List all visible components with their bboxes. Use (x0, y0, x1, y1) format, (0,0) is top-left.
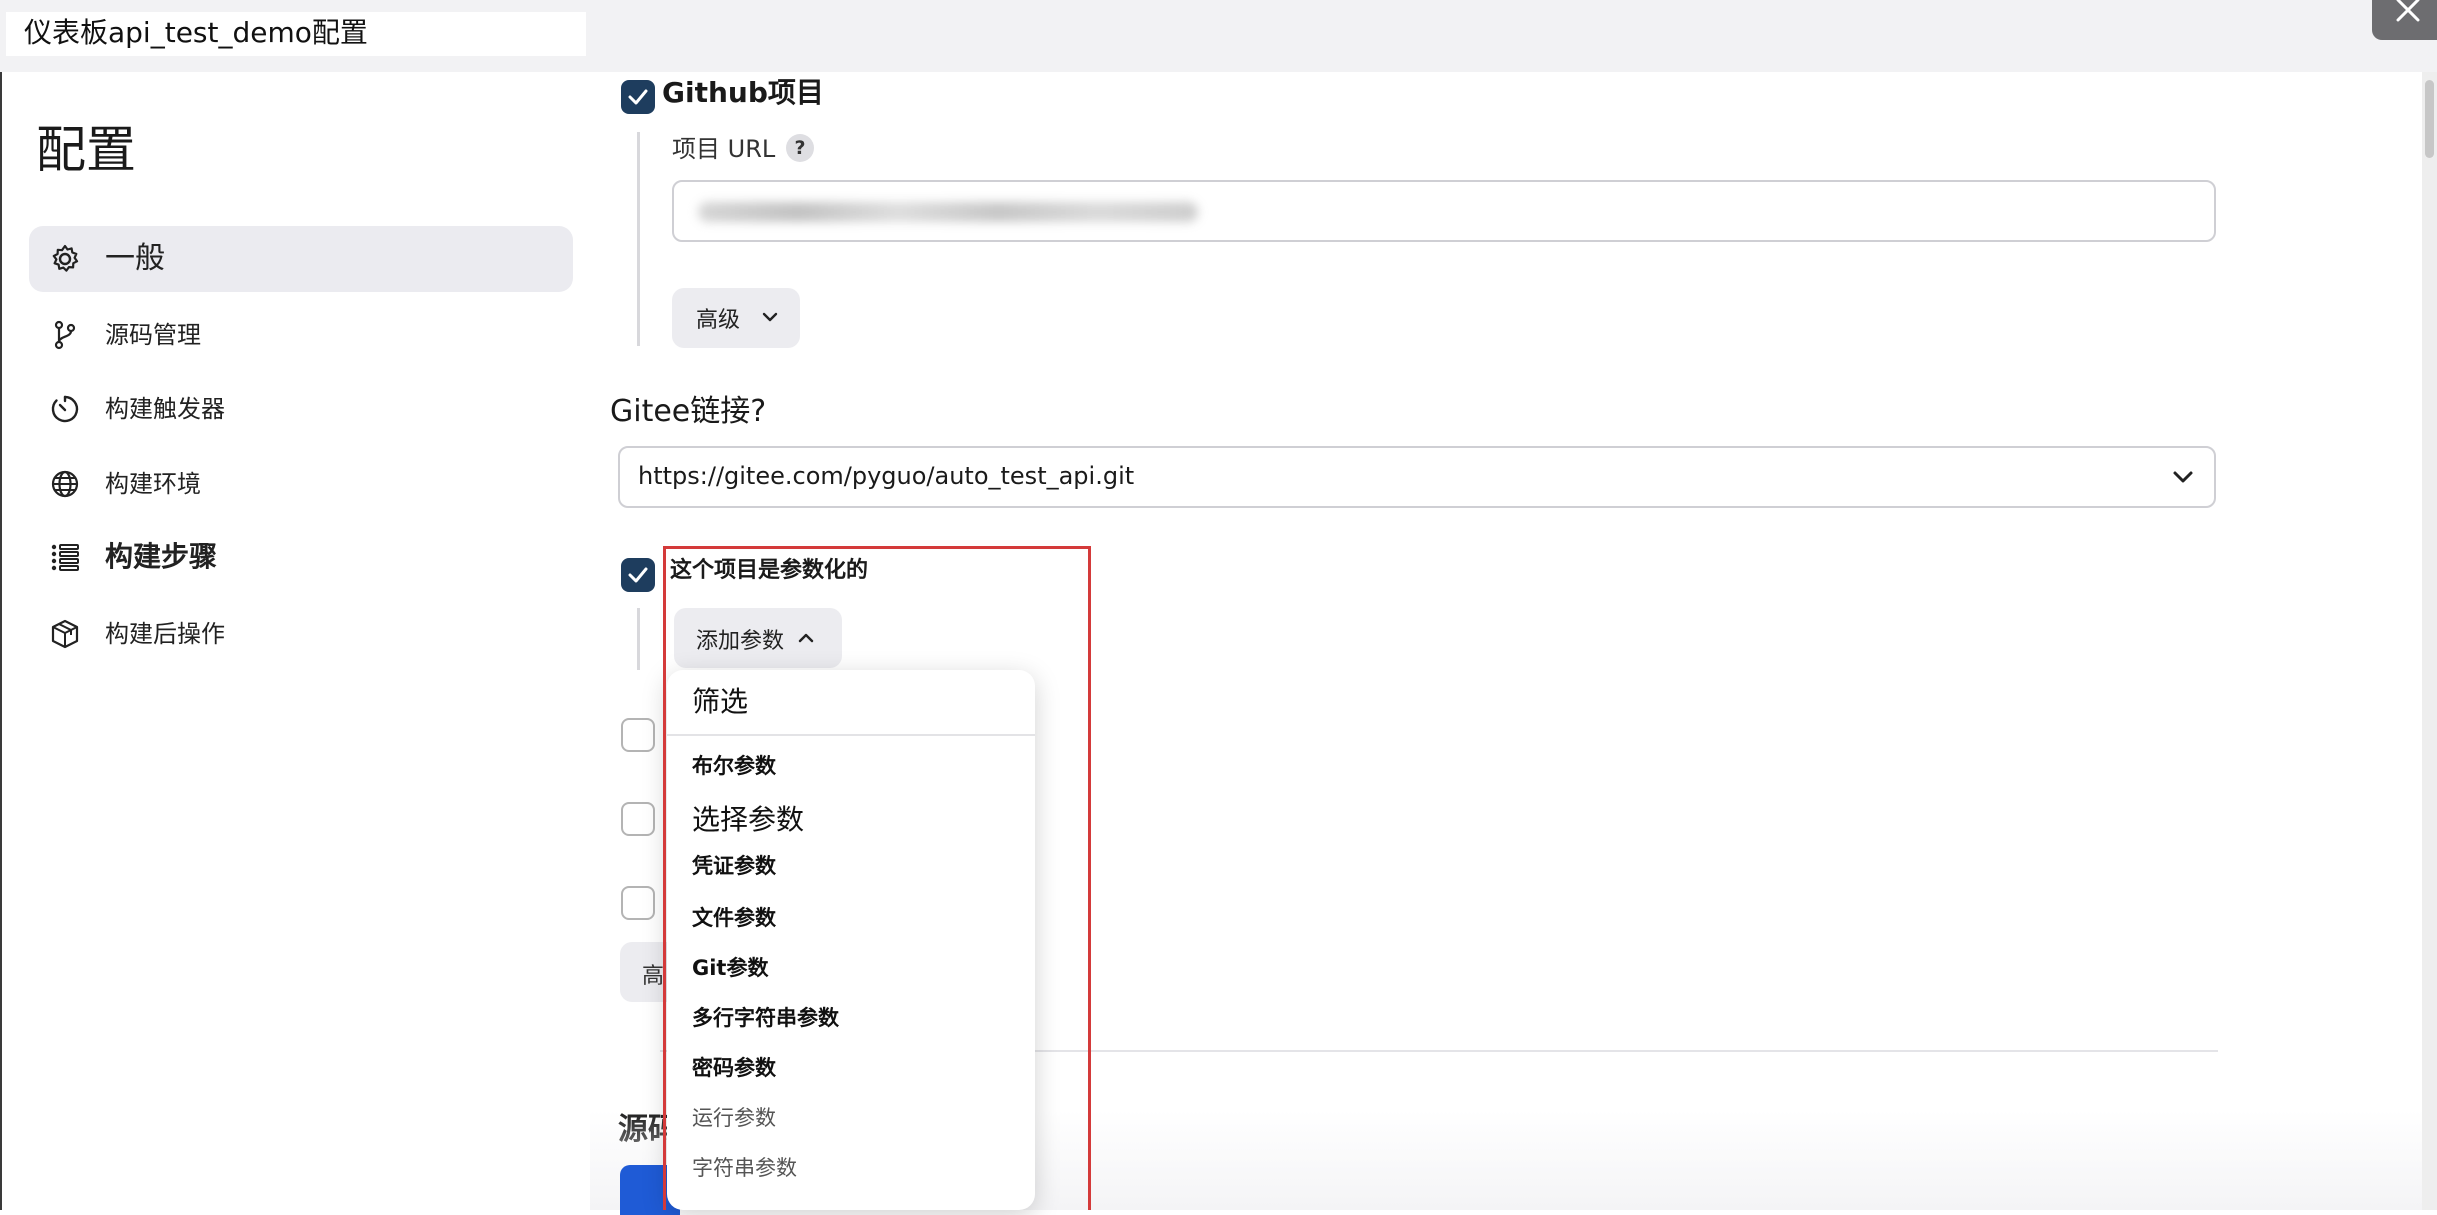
sidebar-item-label: 一般 (105, 241, 165, 276)
project-url-input[interactable] (672, 180, 2216, 242)
sidebar-item-label: 构建环境 (105, 470, 201, 498)
github-project-label: Github项目 (662, 76, 824, 109)
gitee-connection-label: Gitee链接? (610, 394, 767, 429)
advanced-label: 高 (642, 964, 665, 989)
sidebar-item-build-steps[interactable]: 构建步骤 (29, 524, 573, 590)
blurred-url-text (698, 202, 1198, 222)
scrollbar-thumb[interactable] (2425, 80, 2434, 158)
option-checkbox[interactable] (621, 886, 655, 920)
github-project-checkbox[interactable] (621, 80, 655, 114)
highlight-box (663, 546, 1091, 1210)
list-icon (51, 544, 79, 571)
project-url-label: 项目 URL (672, 135, 776, 163)
github-advanced-button[interactable]: 高级 (672, 288, 800, 348)
parameterized-checkbox[interactable] (621, 558, 655, 592)
advanced-label: 高级 (696, 308, 741, 333)
page-title: 配置 (36, 121, 136, 179)
sidebar-item-post-build[interactable]: 构建后操作 (29, 601, 573, 667)
section-indent-line (637, 608, 640, 670)
chevron-down-icon (2173, 471, 2193, 483)
scrollbar-track[interactable] (2422, 72, 2437, 1210)
sidebar-item-general[interactable]: 一般 (29, 226, 573, 292)
gitee-connection-select[interactable]: https://gitee.com/pyguo/auto_test_api.gi… (618, 446, 2216, 508)
close-button[interactable] (2372, 0, 2437, 40)
window-title: 仪表板api_test_demo配置 (24, 16, 368, 49)
sidebar-item-label: 构建触发器 (105, 395, 225, 423)
check-icon (628, 89, 648, 105)
gear-icon (52, 244, 79, 272)
check-icon (628, 567, 648, 583)
timer-icon (51, 395, 79, 423)
branch-icon (54, 320, 76, 350)
sidebar-item-scm[interactable]: 源码管理 (29, 302, 573, 368)
chevron-down-icon (762, 312, 778, 322)
package-icon (51, 619, 79, 649)
globe-icon (51, 470, 79, 498)
window-edge (0, 72, 2, 1210)
help-icon[interactable]: ? (786, 134, 814, 162)
sidebar-item-environment[interactable]: 构建环境 (29, 451, 573, 517)
gitee-selected-value: https://gitee.com/pyguo/auto_test_api.gi… (638, 462, 1135, 490)
section-indent-line (637, 132, 640, 346)
option-checkbox[interactable] (621, 802, 655, 836)
close-icon (2396, 0, 2420, 22)
sidebar-item-triggers[interactable]: 构建触发器 (29, 376, 573, 442)
sidebar-item-label: 构建后操作 (105, 620, 225, 648)
sidebar-item-label: 构建步骤 (105, 540, 218, 573)
option-checkbox[interactable] (621, 718, 655, 752)
sidebar-item-label: 源码管理 (105, 321, 201, 349)
